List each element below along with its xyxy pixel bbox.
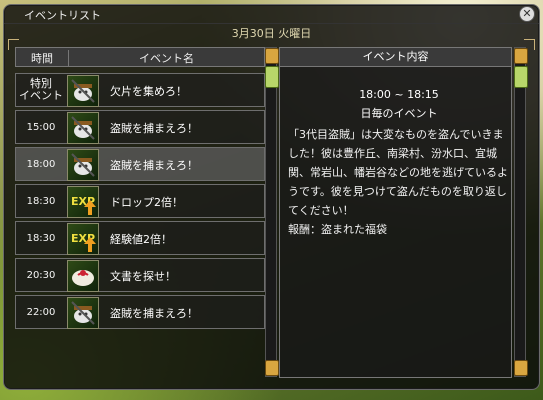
event-list-scrollbar[interactable] (265, 47, 279, 377)
detail-time-range: 18:00 ~ 18:15 (359, 88, 439, 101)
current-date: 3月30日 火曜日 (231, 27, 312, 40)
detail-scrollbar[interactable] (514, 47, 528, 377)
scroll-up-button[interactable] (514, 48, 528, 64)
detail-subtitle: 日毎のイベント (360, 107, 438, 120)
thief-icon (67, 149, 99, 181)
close-icon: ✕ (522, 7, 532, 20)
event-detail-panel: イベント内容 18:00 ~ 18:15 日毎のイベント 「3代目盗賊」は大変な… (279, 47, 512, 378)
event-row[interactable]: 特別 イベント 欠片を集めろ！ (15, 73, 265, 107)
header-event-name: イベント名 (68, 50, 264, 66)
event-time: 22:00 (26, 306, 56, 318)
detail-description: 「3代目盗賊」は大変なものを盗んでいきました！彼は豊作丘、南梁村、汾水口、宜城関… (288, 128, 508, 236)
window-title: イベントリスト (24, 9, 101, 22)
event-time: 18:30 (26, 232, 56, 244)
detail-header: イベント内容 (280, 48, 511, 67)
header-time: 時間 (31, 52, 53, 65)
thief-icon (67, 112, 99, 144)
exp-up-icon: EXP (67, 223, 99, 255)
thief-icon (67, 75, 99, 107)
thief-icon (67, 297, 99, 329)
event-row[interactable]: 18:30 EXP ドロップ2倍！ (15, 184, 265, 218)
close-button[interactable]: ✕ (519, 6, 535, 22)
event-time: 18:00 (26, 158, 56, 170)
event-time: 20:30 (26, 269, 56, 281)
scroll-thumb[interactable] (265, 66, 279, 88)
event-row[interactable]: 20:30 文書を探せ！ (15, 258, 265, 292)
detail-body: 18:00 ~ 18:15 日毎のイベント 「3代目盗賊」は大変なものを盗んでい… (288, 85, 510, 239)
event-row[interactable]: 18:30 EXP 経験値2倍！ (15, 221, 265, 255)
event-name: 盗賊を捕まえろ！ (110, 122, 198, 135)
event-name: 文書を探せ！ (110, 270, 176, 283)
event-name: 盗賊を捕まえろ！ (110, 159, 198, 172)
event-row[interactable]: 15:00 盗賊を捕まえろ！ (15, 110, 265, 144)
event-row[interactable]: 22:00 盗賊を捕まえろ！ (15, 295, 265, 329)
scroll-down-button[interactable] (265, 360, 279, 376)
event-name: 盗賊を捕まえろ！ (110, 307, 198, 320)
titlebar[interactable]: イベントリスト ✕ (4, 5, 539, 24)
exp-up-icon: EXP (67, 186, 99, 218)
event-list-header: 時間 イベント名 (15, 47, 265, 67)
event-time: 特別 イベント (19, 77, 63, 102)
scroll-up-button[interactable] (265, 48, 279, 64)
scroll-down-button[interactable] (514, 360, 528, 376)
event-name: 欠片を集めろ！ (110, 85, 187, 98)
document-icon (67, 260, 99, 292)
event-name: 経験値2倍！ (110, 233, 172, 246)
event-time: 15:00 (26, 121, 56, 133)
scroll-thumb[interactable] (514, 66, 528, 88)
event-name: ドロップ2倍！ (110, 196, 183, 209)
event-row-selected[interactable]: 18:00 盗賊を捕まえろ！ (15, 147, 265, 181)
event-time: 18:30 (26, 195, 56, 207)
